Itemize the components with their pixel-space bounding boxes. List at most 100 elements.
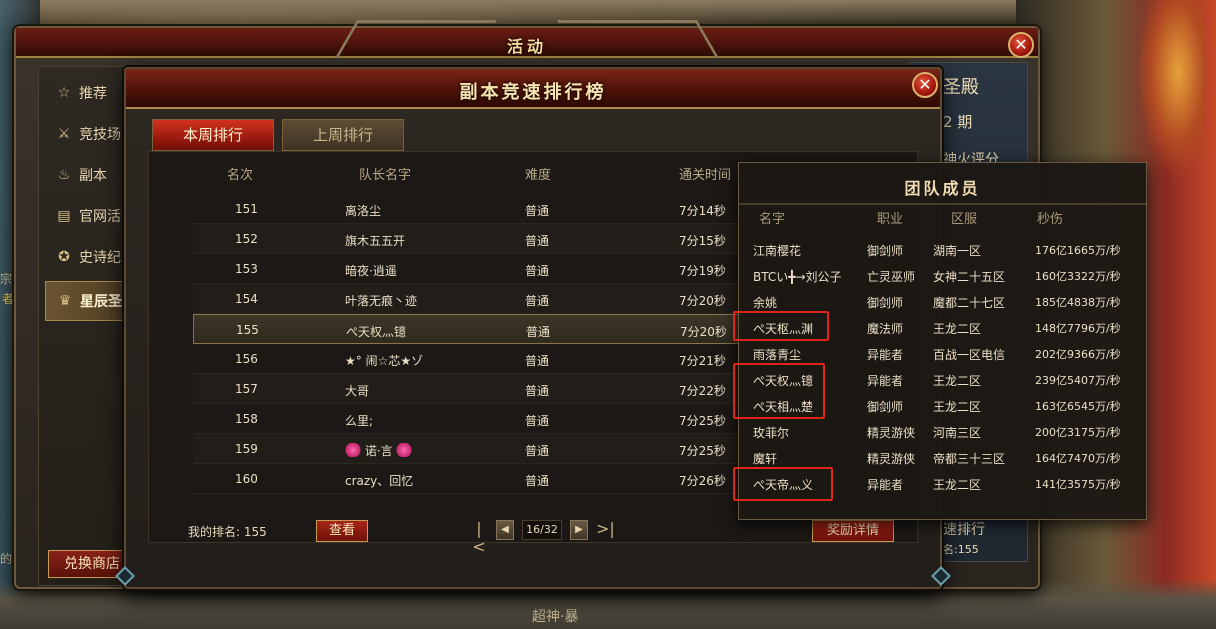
team-member-row: ぺ天枢灬渊 魔法师 王龙二区 148亿7796万/秒 <box>739 315 1148 341</box>
column-header-difficulty: 难度 <box>525 168 552 183</box>
leader-name-cell: 叶落无痕丶迹 <box>345 294 418 308</box>
my-rank-label: 我的排名: 155 <box>188 525 267 539</box>
clear-time-cell: 7分15秒 <box>679 234 726 248</box>
team-header-job: 职业 <box>877 212 904 227</box>
member-name: ぺ天相灬楚 <box>753 400 814 414</box>
member-job: 亡灵巫师 <box>867 270 916 284</box>
member-job: 御剑师 <box>867 400 904 414</box>
member-name: 玫菲尔 <box>753 426 790 440</box>
leaderboard-close-button[interactable]: ✕ <box>912 72 938 98</box>
emblem-icon: ✪ <box>58 249 70 265</box>
rank-cell: 155 <box>236 323 259 337</box>
member-dps: 239亿5407万/秒 <box>1035 374 1121 387</box>
leader-name-cell: 么里; <box>345 414 374 428</box>
difficulty-cell: 普通 <box>525 294 550 308</box>
member-name: 江南樱花 <box>753 244 802 258</box>
rank-cell: 160 <box>235 472 258 486</box>
tab-last-week[interactable]: 上周排行 <box>282 119 404 151</box>
table-row-my-team[interactable]: 155 ぺ天权灬镱 普通 7分20秒 <box>193 314 743 344</box>
member-job: 异能者 <box>867 478 904 492</box>
activity-window-titlebar: 活动 <box>16 20 1038 58</box>
close-icon: ✕ <box>1014 35 1028 54</box>
member-dps: 202亿9366万/秒 <box>1035 348 1121 361</box>
member-dps: 176亿1665万/秒 <box>1035 244 1121 257</box>
leader-name-text: 诺·言 <box>364 444 393 458</box>
table-row[interactable]: 157 大哥 普通 7分22秒 <box>193 374 743 404</box>
rank-cell: 157 <box>235 382 258 396</box>
next-page-button[interactable]: ▶ <box>570 520 588 540</box>
clear-time-cell: 7分14秒 <box>679 204 726 218</box>
difficulty-cell: 普通 <box>525 474 550 488</box>
member-zone: 帝都三十三区 <box>933 452 1006 466</box>
team-member-row: 魔轩 精灵游侠 帝都三十三区 164亿7470万/秒 <box>739 445 1148 471</box>
team-member-row: ぺ天权灬镱 异能者 王龙二区 239亿5407万/秒 <box>739 367 1148 393</box>
member-name: 余姚 <box>753 296 778 310</box>
member-dps: 160亿3322万/秒 <box>1035 270 1121 283</box>
rank-cell: 159 <box>235 442 258 456</box>
table-row[interactable]: 159 诺·言 普通 7分25秒 <box>193 434 743 464</box>
team-header-dps: 秒伤 <box>1037 212 1064 227</box>
leader-name-cell: crazy、回忆 <box>345 474 414 488</box>
clear-time-cell: 7分22秒 <box>679 384 726 398</box>
rank-cell: 152 <box>235 232 258 246</box>
leaderboard-titlebar: 副本竞速排行榜 <box>126 69 940 109</box>
rank-cell: 156 <box>235 352 258 366</box>
table-row[interactable]: 154 叶落无痕丶迹 普通 7分20秒 <box>193 284 743 314</box>
member-zone: 女神二十五区 <box>933 270 1006 284</box>
difficulty-cell: 普通 <box>525 234 550 248</box>
member-dps: 163亿6545万/秒 <box>1035 400 1121 413</box>
member-dps: 164亿7470万/秒 <box>1035 452 1121 465</box>
member-zone: 王龙二区 <box>933 400 982 414</box>
team-header-name: 名字 <box>759 212 786 227</box>
leader-name-cell: 诺·言 <box>345 442 413 459</box>
member-dps: 141亿3575万/秒 <box>1035 478 1121 491</box>
team-header-zone: 区服 <box>951 212 978 227</box>
leaderboard-rows: 151 离洛尘 普通 7分14秒 152 旗木五五开 普通 7分15秒 153 … <box>193 194 743 494</box>
team-member-row: BTCい╋→刘公子 亡灵巫师 女神二十五区 160亿3322万/秒 <box>739 263 1148 289</box>
sidebar-item-label: 史诗纪 <box>79 250 121 266</box>
tab-this-week[interactable]: 本周排行 <box>152 119 274 151</box>
member-zone: 百战一区电信 <box>933 348 1006 362</box>
activity-close-button[interactable]: ✕ <box>1008 32 1034 58</box>
trophy-icon: ♛ <box>58 293 72 309</box>
team-member-row: 江南樱花 御剑师 湖南一区 176亿1665万/秒 <box>739 237 1148 263</box>
divider <box>739 203 1146 205</box>
member-job: 异能者 <box>867 374 904 388</box>
team-member-row: 雨落青尘 异能者 百战一区电信 202亿9366万/秒 <box>739 341 1148 367</box>
table-row[interactable]: 151 离洛尘 普通 7分14秒 <box>193 194 743 224</box>
table-row[interactable]: 153 暗夜·逍遥 普通 7分19秒 <box>193 254 743 284</box>
flame-icon: ♨ <box>57 167 71 183</box>
first-page-button[interactable]: |< <box>470 520 488 556</box>
last-page-button[interactable]: >| <box>596 520 615 540</box>
member-zone: 湖南一区 <box>933 244 982 258</box>
table-row[interactable]: 152 旗木五五开 普通 7分15秒 <box>193 224 743 254</box>
temple-period: 2 期 <box>943 113 973 131</box>
team-title: 团队成员 <box>904 179 981 198</box>
difficulty-cell: 普通 <box>525 204 550 218</box>
member-name: BTCい╋→刘公子 <box>753 270 842 284</box>
clear-time-cell: 7分25秒 <box>679 414 726 428</box>
crossed-swords-icon: ⚔ <box>57 126 71 142</box>
member-job: 魔法师 <box>867 322 904 336</box>
difficulty-cell: 普通 <box>525 444 550 458</box>
view-button[interactable]: 查看 <box>316 520 368 542</box>
table-row[interactable]: 158 么里; 普通 7分25秒 <box>193 404 743 434</box>
reward-details-button[interactable]: 奖励详情 <box>812 520 894 542</box>
member-name: 魔轩 <box>753 452 778 466</box>
page-indicator: 16/32 <box>522 520 562 540</box>
golden-statue-decoration <box>1136 0 1206 180</box>
member-dps: 200亿3175万/秒 <box>1035 426 1121 439</box>
leader-name-cell: ★° 闹☆芯★ゾ <box>345 354 424 368</box>
prev-page-button[interactable]: ◀ <box>496 520 514 540</box>
rank-cell: 151 <box>235 202 258 216</box>
member-job: 御剑师 <box>867 296 904 310</box>
sidebar-item-label: 副本 <box>79 168 107 184</box>
clear-time-cell: 7分19秒 <box>679 264 726 278</box>
sidebar-item-label: 官网活 <box>79 209 121 225</box>
member-name: ぺ天帝灬义 <box>753 478 814 492</box>
temple-footer-rank: 名:155 <box>943 543 979 556</box>
book-icon: ▤ <box>57 208 71 224</box>
table-row[interactable]: 160 crazy、回忆 普通 7分26秒 <box>193 464 743 494</box>
column-header-time: 通关时间 <box>679 168 732 183</box>
table-row[interactable]: 156 ★° 闹☆芯★ゾ 普通 7分21秒 <box>193 344 743 374</box>
